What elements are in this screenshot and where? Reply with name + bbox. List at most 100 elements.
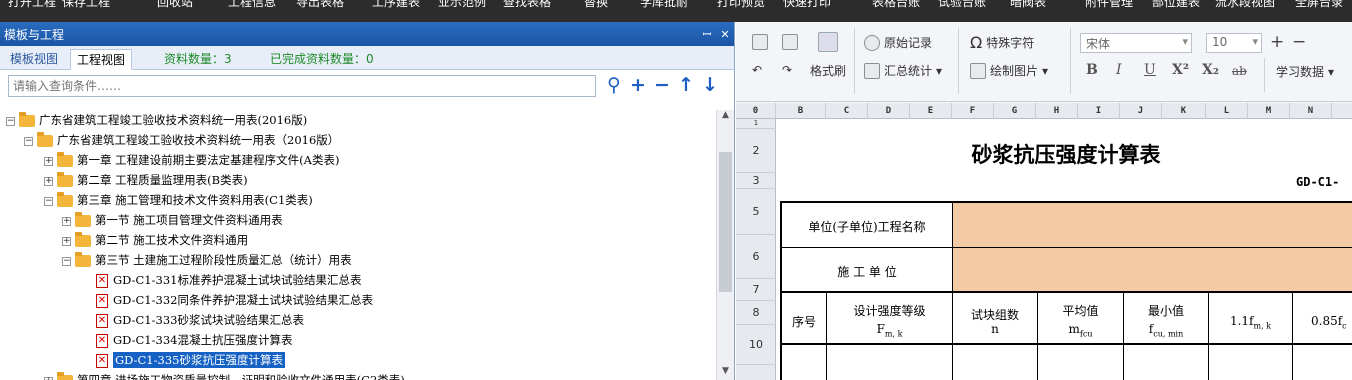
- scroll-up-icon[interactable]: ▲: [717, 110, 734, 124]
- menu-part-build[interactable]: 部位建表: [1152, 0, 1200, 10]
- special-char-button[interactable]: Ω 特殊字符: [970, 33, 1034, 52]
- increase-font-icon[interactable]: +: [1270, 32, 1284, 52]
- close-icon[interactable]: ✕: [716, 28, 734, 41]
- column-header[interactable]: K: [1162, 103, 1206, 119]
- original-record-button[interactable]: 原始记录: [864, 34, 932, 51]
- menu-batch[interactable]: 学库批耐: [640, 0, 688, 10]
- move-down-icon[interactable]: ↓: [700, 74, 720, 96]
- expand-icon[interactable]: +: [44, 176, 53, 186]
- menu-process-build[interactable]: 工序建表: [372, 0, 420, 10]
- column-header[interactable]: E: [910, 103, 952, 119]
- menu-recycle-bin[interactable]: 回收站: [157, 0, 193, 10]
- menu-demo[interactable]: 业示范例: [438, 0, 486, 10]
- column-header[interactable]: I: [1078, 103, 1120, 119]
- row-header[interactable]: 8: [736, 301, 776, 325]
- superscript-button[interactable]: X²: [1172, 62, 1189, 78]
- learn-data-button[interactable]: 学习数据 ▾: [1276, 63, 1334, 80]
- tree-item-folder[interactable]: + 第二节 施工技术文件资料通用: [62, 230, 248, 250]
- row-header[interactable]: 5: [736, 189, 776, 235]
- menu-fullscreen[interactable]: 全屏台录: [1295, 0, 1343, 10]
- italic-button[interactable]: I: [1116, 62, 1122, 78]
- redo-icon[interactable]: ↷: [782, 63, 792, 77]
- tree-item-folder[interactable]: + 第一节 施工项目管理文件资料通用表: [62, 210, 283, 230]
- subscript-button[interactable]: X₂: [1202, 62, 1219, 78]
- decrease-font-icon[interactable]: −: [1292, 32, 1306, 52]
- search-input[interactable]: [8, 75, 596, 97]
- tree-item-document[interactable]: ✕ GD-C1-334混凝土抗压强度计算表: [96, 330, 292, 350]
- column-header[interactable]: L: [1206, 103, 1248, 119]
- copy-icon[interactable]: [752, 34, 768, 50]
- expand-icon[interactable]: +: [44, 376, 53, 380]
- column-header[interactable]: 0: [736, 103, 776, 119]
- tree-item-folder[interactable]: + 第二章 工程质量监理用表(B类表): [44, 170, 248, 190]
- tree-item-document[interactable]: ✕ GD-C1-333砂浆试块试验结果汇总表: [96, 310, 304, 330]
- menu-valve-table[interactable]: 暗阀表: [1010, 0, 1046, 10]
- tree-scrollbar[interactable]: ▲ ▼: [716, 110, 734, 380]
- menu-print-preview[interactable]: 打印预览: [717, 0, 765, 10]
- menu-attachments[interactable]: 附件管理: [1085, 0, 1133, 10]
- tree-item-folder[interactable]: + 第四章 进场施工物资质量控制、证明和验收文件通用表(C2类表): [44, 370, 405, 380]
- draw-image-button[interactable]: 绘制图片 ▾: [970, 62, 1048, 79]
- tree-item-folder[interactable]: + 第一章 工程建设前期主要法定基建程序文件(A类表): [44, 150, 339, 170]
- bold-button[interactable]: B: [1086, 62, 1098, 78]
- column-header[interactable]: F: [952, 103, 994, 119]
- expand-icon[interactable]: +: [62, 216, 71, 226]
- row-header[interactable]: 10: [736, 325, 776, 365]
- column-header[interactable]: B: [776, 103, 826, 119]
- menu-table-ledger[interactable]: 表格台账: [872, 0, 920, 10]
- column-header[interactable]: C: [826, 103, 868, 119]
- tree-item-document[interactable]: ✕ GD-C1-331标准养护混凝土试块试验结果汇总表: [96, 270, 361, 290]
- construction-unit-cell[interactable]: [953, 248, 1352, 291]
- menu-project-info[interactable]: 工程信息: [228, 0, 276, 10]
- scrollbar-thumb[interactable]: [719, 152, 732, 292]
- font-name-select[interactable]: 宋体: [1080, 33, 1192, 53]
- menu-export-table[interactable]: 导出表格: [296, 0, 344, 10]
- tree-item-folder[interactable]: − 广东省建筑工程竣工验收技术资料统一用表(2016版): [6, 110, 307, 130]
- project-name-cell[interactable]: [953, 203, 1352, 247]
- tree-item-folder[interactable]: − 第三节 土建施工过程阶段性质量汇总（统计）用表: [62, 250, 352, 270]
- clear-format-icon[interactable]: [818, 32, 838, 52]
- search-icon[interactable]: ⚲: [604, 74, 624, 96]
- column-header[interactable]: G: [994, 103, 1036, 119]
- row-header[interactable]: 6: [736, 235, 776, 279]
- menu-flow-view[interactable]: 流水段视图: [1215, 0, 1275, 10]
- menu-quick-print[interactable]: 快速打印: [783, 0, 831, 10]
- tree-item-folder[interactable]: − 第三章 施工管理和技术文件资料用表(C1类表): [44, 190, 313, 210]
- menu-test-ledger[interactable]: 试验台账: [938, 0, 986, 10]
- pin-icon[interactable]: ꟷ: [698, 27, 716, 42]
- undo-icon[interactable]: ↶: [752, 63, 762, 77]
- row-header[interactable]: 2: [736, 129, 776, 173]
- expand-icon[interactable]: +: [44, 156, 53, 166]
- paste-icon[interactable]: [782, 34, 798, 50]
- menu-replace[interactable]: 替换: [584, 0, 608, 10]
- remove-icon[interactable]: −: [652, 74, 672, 96]
- underline-button[interactable]: U: [1144, 62, 1156, 78]
- tab-template-view[interactable]: 模板视图: [4, 49, 64, 70]
- scroll-down-icon[interactable]: ▼: [717, 366, 734, 380]
- expand-icon[interactable]: +: [62, 236, 71, 246]
- tab-project-view[interactable]: 工程视图: [70, 49, 133, 70]
- tree-item-document[interactable]: ✕ GD-C1-332同条件养护混凝土试块试验结果汇总表: [96, 290, 373, 310]
- collapse-icon[interactable]: −: [62, 256, 71, 266]
- menu-open-project[interactable]: 打开工程: [8, 0, 56, 10]
- format-brush-button[interactable]: 格式刷: [810, 62, 846, 79]
- font-size-select[interactable]: 10: [1206, 33, 1262, 53]
- collapse-icon[interactable]: −: [6, 116, 15, 126]
- tree-item-document[interactable]: ✕ GD-C1-335砂浆抗压强度计算表: [96, 350, 285, 370]
- column-header[interactable]: J: [1120, 103, 1162, 119]
- move-up-icon[interactable]: ↑: [676, 74, 696, 96]
- collapse-icon[interactable]: −: [44, 196, 53, 206]
- row-header[interactable]: 3: [736, 173, 776, 189]
- menu-save-project[interactable]: 保存工程: [62, 0, 110, 10]
- column-header[interactable]: N: [1290, 103, 1332, 119]
- add-icon[interactable]: +: [628, 74, 648, 96]
- row-header[interactable]: 1: [736, 119, 776, 129]
- strikethrough-button[interactable]: ab: [1232, 64, 1247, 78]
- menu-find-table[interactable]: 查找表格: [503, 0, 551, 10]
- row-header[interactable]: 7: [736, 279, 776, 301]
- tree-item-folder[interactable]: − 广东省建筑工程竣工验收技术资料统一用表（2016版）: [24, 130, 339, 150]
- column-header[interactable]: M: [1248, 103, 1290, 119]
- column-header[interactable]: D: [868, 103, 910, 119]
- column-header[interactable]: H: [1036, 103, 1078, 119]
- summary-stats-button[interactable]: 汇总统计 ▾: [864, 62, 942, 79]
